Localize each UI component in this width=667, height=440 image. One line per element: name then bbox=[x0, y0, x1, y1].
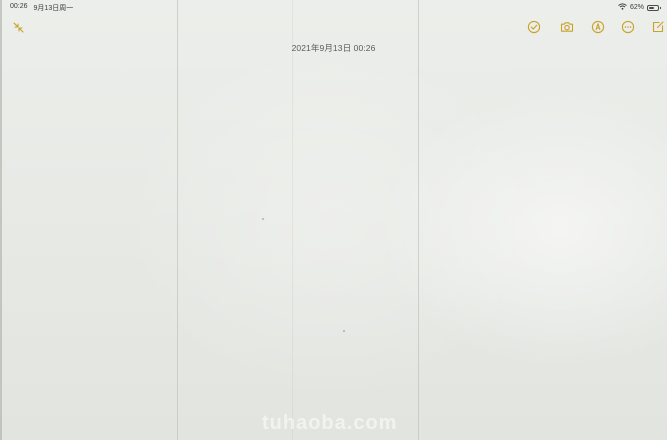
status-left: 00:26 9月13日周一 bbox=[10, 3, 73, 13]
status-time: 00:26 bbox=[10, 3, 28, 10]
status-bar: 00:26 9月13日周一 62% bbox=[0, 0, 667, 14]
battery-icon bbox=[647, 4, 661, 11]
camera-icon[interactable] bbox=[560, 20, 574, 34]
note-date: 2021年9月13日 00:26 bbox=[291, 43, 376, 53]
left-edge-divider bbox=[0, 0, 2, 440]
compose-icon[interactable] bbox=[651, 20, 665, 34]
notes-screen: 00:26 9月13日周一 62% 2021年9月13日 00:26 tuhao… bbox=[0, 0, 667, 440]
watermark: tuhaoba.com bbox=[262, 412, 398, 434]
more-icon[interactable] bbox=[621, 20, 635, 34]
wifi-icon bbox=[618, 3, 627, 12]
note-body[interactable] bbox=[20, 60, 647, 430]
status-right: 62% bbox=[618, 3, 661, 12]
screen-speck bbox=[262, 218, 264, 220]
screen-speck bbox=[343, 330, 345, 332]
checklist-icon[interactable] bbox=[527, 20, 541, 34]
collapse-arrows-icon[interactable] bbox=[11, 20, 25, 34]
status-date: 9月13日周一 bbox=[33, 5, 74, 12]
markup-pen-icon[interactable] bbox=[591, 20, 605, 34]
battery-level bbox=[649, 6, 654, 9]
battery-percent: 62% bbox=[629, 4, 644, 11]
